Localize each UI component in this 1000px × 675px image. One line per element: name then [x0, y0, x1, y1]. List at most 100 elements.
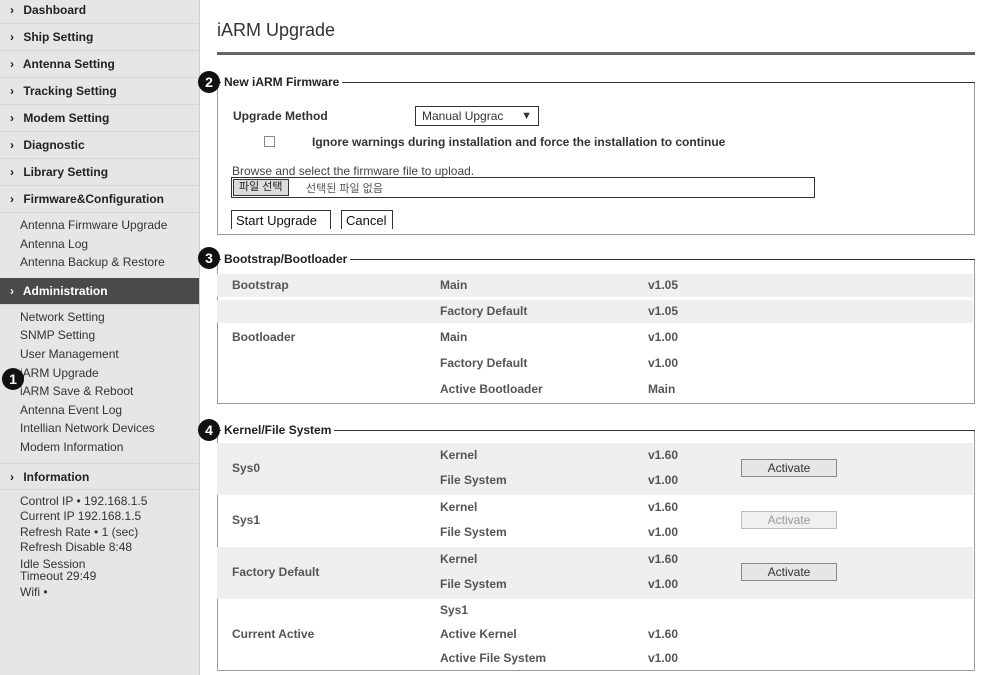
chevron-right-icon: ›	[10, 30, 14, 44]
nav-label: Library Setting	[23, 165, 109, 179]
choose-file-button[interactable]: 파일 선택	[233, 179, 289, 196]
item-label: Factory Default	[440, 356, 528, 370]
browse-instructions: Browse and select the firmware file to u…	[232, 164, 475, 178]
version-value: v1.00	[648, 525, 679, 539]
sidebar: › Dashboard › Ship Setting › Antenna Set…	[0, 0, 200, 675]
sys0-group: Sys0 Kernel v1.60 File System v1.00 Acti…	[217, 443, 973, 495]
firmware-file-input[interactable]: 파일 선택 선택된 파일 없음	[231, 177, 815, 198]
version-value: v1.05	[648, 278, 679, 292]
nav-diagnostic[interactable]: › Diagnostic	[0, 132, 199, 159]
sidebar-item-intellian-network-devices[interactable]: Intellian Network Devices	[20, 419, 199, 438]
table-row: Factory Default v1.00	[217, 352, 973, 375]
upgrade-method-label: Upgrade Method	[233, 109, 328, 123]
main-content: iARM Upgrade New iARM Firmware Upgrade M…	[217, 0, 979, 675]
sidebar-item-antenna-log[interactable]: Antenna Log	[20, 235, 199, 254]
sidebar-item-iarm-upgrade[interactable]: iARM Upgrade	[20, 364, 199, 383]
factory-default-group: Factory Default Kernel v1.60 File System…	[217, 547, 973, 599]
callout-badge-3: 3	[198, 247, 220, 269]
item-label: Active Kernel	[440, 627, 517, 641]
version-value: v1.60	[648, 448, 679, 462]
item-label: Sys1	[440, 603, 469, 617]
nav-information[interactable]: › Information	[0, 462, 199, 490]
nav-label: Diagnostic	[23, 138, 85, 152]
item-label: Kernel	[440, 552, 478, 566]
factory-default-activate-button[interactable]: Activate	[741, 563, 837, 581]
ignore-warnings-checkbox[interactable]	[264, 136, 275, 147]
version-value: v1.05	[648, 304, 679, 318]
idle-timeout: Timeout 29:49	[20, 568, 97, 583]
chevron-right-icon: ›	[10, 192, 14, 206]
item-label: Active File System	[440, 651, 547, 665]
kernel-section-title: Kernel/File System	[221, 423, 335, 438]
partition-name: Factory Default	[232, 565, 320, 579]
chevron-right-icon: ›	[10, 283, 14, 298]
bootstrap-section-title: Bootstrap/Bootloader	[221, 252, 351, 267]
nav-label: Firmware&Configuration	[23, 192, 165, 206]
version-value: v1.00	[648, 651, 679, 665]
sidebar-item-user-management[interactable]: User Management	[20, 345, 199, 364]
sys0-activate-button[interactable]: Activate	[741, 459, 837, 477]
chevron-right-icon: ›	[10, 138, 14, 152]
nav-ship-setting[interactable]: › Ship Setting	[0, 24, 199, 51]
partition-name: Sys1	[232, 513, 261, 527]
nav-label: Tracking Setting	[23, 84, 117, 98]
refresh-disable: Refresh Disable 8:48	[20, 540, 133, 555]
firmware-submenu: Antenna Firmware Upgrade Antenna Log Ant…	[0, 213, 199, 278]
nav-dashboard[interactable]: › Dashboard	[0, 0, 199, 24]
sidebar-item-network-setting[interactable]: Network Setting	[20, 308, 199, 327]
nav-library-setting[interactable]: › Library Setting	[0, 159, 199, 186]
nav-label: Modem Setting	[23, 111, 110, 125]
chevron-right-icon: ›	[10, 84, 14, 98]
sidebar-item-iarm-save-reboot[interactable]: iARM Save & Reboot	[20, 382, 199, 401]
sidebar-item-snmp-setting[interactable]: SNMP Setting	[20, 326, 199, 345]
nav-label: Administration	[22, 283, 108, 298]
cancel-button[interactable]: Cancel	[341, 210, 393, 229]
sidebar-item-antenna-backup-restore[interactable]: Antenna Backup & Restore	[20, 253, 199, 272]
current-ip: Current IP 192.168.1.5	[20, 509, 142, 524]
upgrade-method-select[interactable]: Manual Upgrac ▼	[415, 106, 539, 126]
item-label: Kernel	[440, 448, 478, 462]
current-active-group: Current Active Sys1 Active Kernel v1.60 …	[217, 599, 973, 671]
chevron-right-icon: ›	[10, 469, 14, 484]
firmware-section: New iARM Firmware Upgrade Method Manual …	[217, 75, 975, 235]
version-value: v1.00	[648, 356, 679, 370]
information-panel: Control IP • 192.168.1.5 Current IP 192.…	[0, 490, 199, 601]
item-label: Active Bootloader	[440, 382, 543, 396]
nav-antenna-setting[interactable]: › Antenna Setting	[0, 51, 199, 78]
start-upgrade-button[interactable]: Start Upgrade	[231, 210, 331, 229]
sys1-group: Sys1 Kernel v1.60 File System v1.00 Acti…	[217, 495, 973, 547]
partition-name: Current Active	[232, 627, 315, 641]
control-ip: Control IP • 192.168.1.5	[20, 493, 148, 508]
version-value: Main	[648, 382, 676, 396]
chevron-right-icon: ›	[10, 57, 14, 71]
item-label: File System	[440, 473, 507, 487]
nav-firmware-configuration[interactable]: › Firmware&Configuration	[0, 186, 199, 213]
version-value: v1.00	[648, 330, 679, 344]
item-label: File System	[440, 577, 507, 591]
sys1-activate-button[interactable]: Activate	[741, 511, 837, 529]
item-label: Kernel	[440, 500, 478, 514]
chevron-right-icon: ›	[10, 165, 14, 179]
version-value: v1.60	[648, 500, 679, 514]
sidebar-item-antenna-firmware-upgrade[interactable]: Antenna Firmware Upgrade	[20, 216, 199, 235]
sidebar-item-modem-information[interactable]: Modem Information	[20, 438, 199, 457]
wifi-status: Wifi •	[20, 584, 48, 599]
nav-administration[interactable]: › Administration	[0, 277, 199, 305]
component-name: Bootloader	[232, 330, 296, 344]
chevron-right-icon: ›	[10, 111, 14, 125]
table-row: Bootloader Main v1.00	[217, 326, 973, 349]
nav-modem-setting[interactable]: › Modem Setting	[0, 105, 199, 132]
callout-badge-4: 4	[198, 419, 220, 441]
component-name: Bootstrap	[232, 278, 289, 292]
chevron-right-icon: ›	[10, 3, 14, 17]
callout-badge-1: 1	[2, 368, 24, 390]
item-label: Main	[440, 330, 468, 344]
page-title: iARM Upgrade	[217, 20, 336, 40]
sidebar-item-antenna-event-log[interactable]: Antenna Event Log	[20, 401, 199, 420]
kernel-section: Kernel/File System Sys0 Kernel v1.60 Fil…	[217, 423, 975, 671]
callout-badge-2: 2	[198, 71, 220, 93]
version-value: v1.60	[648, 627, 679, 641]
nav-tracking-setting[interactable]: › Tracking Setting	[0, 78, 199, 105]
table-row: Active Bootloader Main	[217, 378, 973, 401]
version-value: v1.00	[648, 577, 679, 591]
